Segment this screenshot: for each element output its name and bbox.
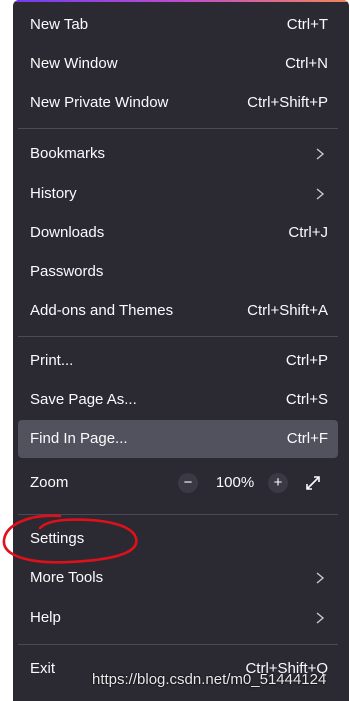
zoom-out-button[interactable]: − bbox=[178, 473, 198, 493]
menu-item-zoom: Zoom − 100% + bbox=[18, 464, 338, 502]
chevron-right-icon bbox=[316, 188, 325, 200]
menu-item-shortcut: Ctrl+T bbox=[286, 16, 328, 33]
menu-item-shortcut: Ctrl+N bbox=[285, 55, 328, 72]
menu-item-settings[interactable]: Settings bbox=[18, 520, 338, 558]
menu-item-label: New Window bbox=[30, 55, 118, 72]
menu-item-new-tab[interactable]: New Tab Ctrl+T bbox=[18, 6, 338, 44]
menu-item-label: Downloads bbox=[30, 224, 105, 241]
menu-item-shortcut: Ctrl+Shift+P bbox=[247, 94, 328, 111]
menu-item-label: History bbox=[30, 185, 77, 202]
menu-separator bbox=[18, 336, 338, 337]
menu-item-new-window[interactable]: New Window Ctrl+N bbox=[18, 45, 338, 83]
menu-separator bbox=[18, 514, 338, 515]
menu-item-print[interactable]: Print... Ctrl+P bbox=[18, 342, 338, 380]
menu-item-label: Bookmarks bbox=[30, 145, 106, 162]
menu-item-shortcut: Ctrl+J bbox=[288, 224, 328, 241]
menu-separator bbox=[18, 644, 338, 645]
menu-item-passwords[interactable]: Passwords bbox=[18, 253, 338, 291]
menu-item-label: Exit bbox=[30, 660, 56, 677]
menu-item-label: Passwords bbox=[30, 263, 104, 280]
menu-item-label: New Tab bbox=[30, 16, 89, 33]
menu-item-shortcut: Ctrl+Shift+A bbox=[247, 302, 328, 319]
menu-accent-bar bbox=[13, 0, 349, 2]
menu-item-bookmarks[interactable]: Bookmarks bbox=[18, 135, 338, 173]
menu-item-history[interactable]: History bbox=[18, 175, 338, 213]
menu-item-save-page-as[interactable]: Save Page As... Ctrl+S bbox=[18, 381, 338, 419]
chevron-right-icon bbox=[316, 572, 325, 584]
menu-separator bbox=[18, 128, 338, 129]
zoom-label: Zoom bbox=[30, 474, 69, 491]
menu-item-find-in-page[interactable]: Find In Page... Ctrl+F bbox=[18, 420, 338, 458]
menu-item-label: Help bbox=[30, 609, 61, 626]
menu-item-label: Find In Page... bbox=[30, 430, 128, 447]
menu-item-label: More Tools bbox=[30, 569, 104, 586]
menu-item-more-tools[interactable]: More Tools bbox=[18, 559, 338, 597]
menu-item-shortcut: Ctrl+S bbox=[285, 391, 328, 408]
menu-item-label: Save Page As... bbox=[30, 391, 137, 408]
menu-item-downloads[interactable]: Downloads Ctrl+J bbox=[18, 214, 338, 252]
fullscreen-icon[interactable] bbox=[304, 474, 322, 492]
menu-item-label: Print... bbox=[30, 352, 74, 369]
chevron-right-icon bbox=[316, 148, 325, 160]
watermark-text: https://blog.csdn.net/m0_51444124 bbox=[92, 671, 327, 688]
app-menu-panel: New Tab Ctrl+T New Window Ctrl+N New Pri… bbox=[13, 0, 349, 701]
zoom-level[interactable]: 100% bbox=[213, 464, 257, 502]
menu-item-shortcut: Ctrl+P bbox=[285, 352, 328, 369]
chevron-right-icon bbox=[316, 612, 325, 624]
menu-item-shortcut: Ctrl+F bbox=[286, 430, 328, 447]
menu-item-label: Add-ons and Themes bbox=[30, 302, 174, 319]
menu-item-label: New Private Window bbox=[30, 94, 169, 111]
menu-item-new-private-window[interactable]: New Private Window Ctrl+Shift+P bbox=[18, 84, 338, 122]
menu-item-addons-themes[interactable]: Add-ons and Themes Ctrl+Shift+A bbox=[18, 292, 338, 330]
menu-item-help[interactable]: Help bbox=[18, 599, 338, 637]
menu-item-label: Settings bbox=[30, 530, 85, 547]
zoom-in-button[interactable]: + bbox=[268, 473, 288, 493]
